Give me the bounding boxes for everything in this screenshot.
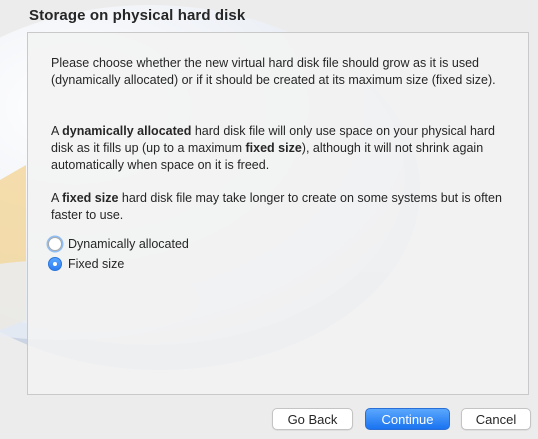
fixed-explanation-paragraph: A fixed size hard disk file may take lon…: [51, 191, 502, 222]
radio-checked-icon[interactable]: [48, 257, 62, 271]
radio-dynamically-allocated-label: Dynamically allocated: [68, 237, 189, 251]
intro-paragraph: Please choose whether the new virtual ha…: [51, 56, 496, 87]
radio-unchecked-icon[interactable]: [48, 237, 62, 251]
radio-fixed-size-label: Fixed size: [68, 257, 125, 271]
continue-button[interactable]: Continue: [365, 408, 450, 430]
radio-dynamically-allocated[interactable]: Dynamically allocated: [48, 235, 189, 253]
page-title: Storage on physical hard disk: [29, 7, 246, 24]
cancel-button[interactable]: Cancel: [461, 408, 531, 430]
radio-fixed-size[interactable]: Fixed size: [48, 255, 124, 273]
dynamic-explanation-paragraph: A dynamically allocated hard disk file w…: [51, 124, 495, 172]
go-back-button[interactable]: Go Back: [272, 408, 353, 430]
content-panel: Please choose whether the new virtual ha…: [27, 32, 529, 395]
